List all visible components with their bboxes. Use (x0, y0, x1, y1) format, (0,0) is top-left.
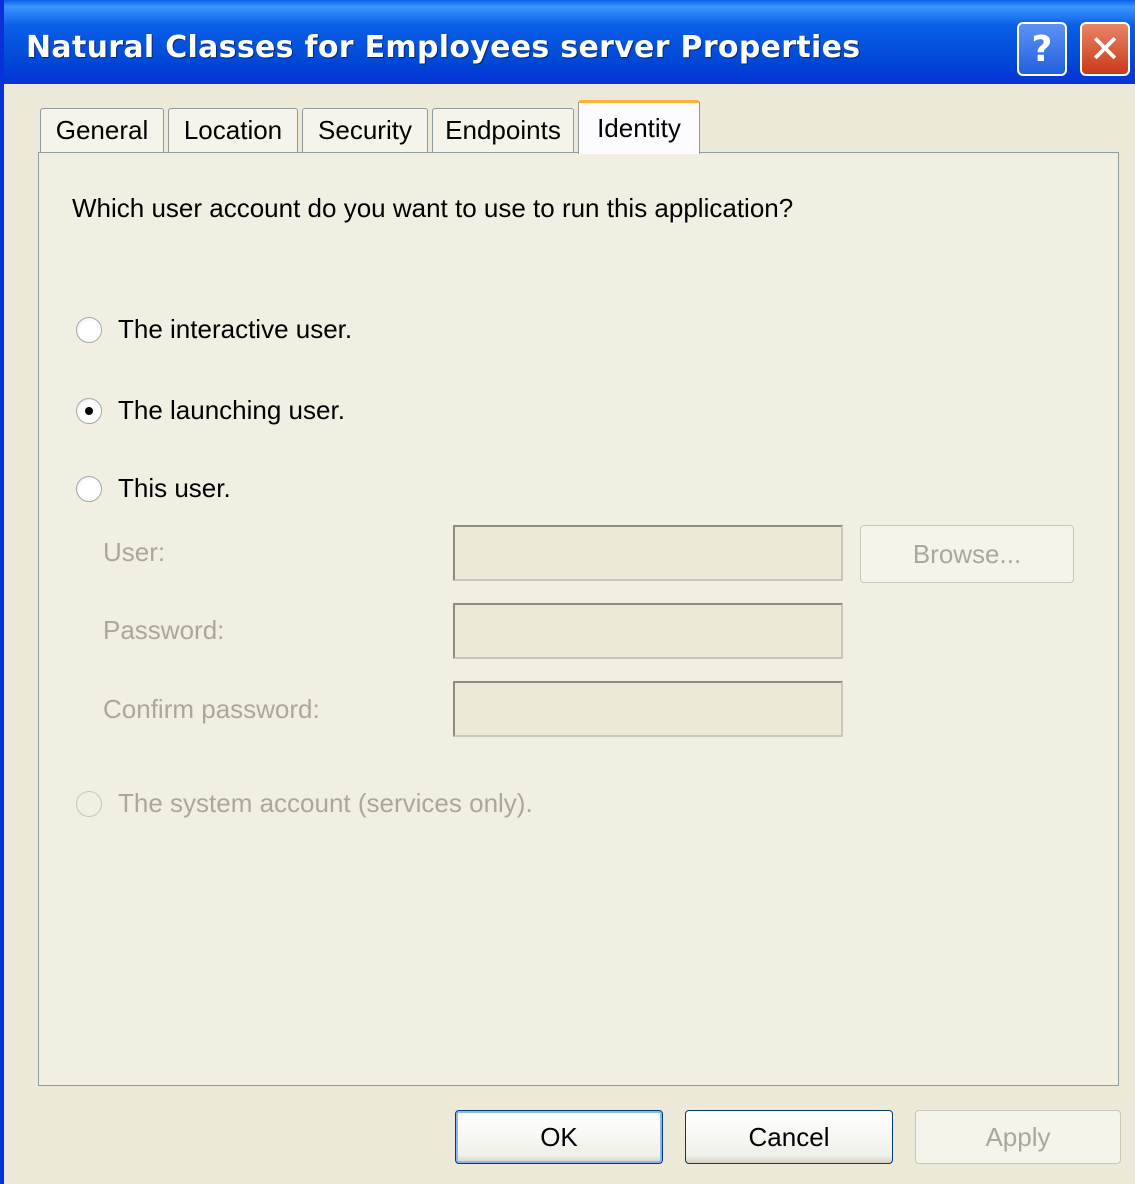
apply-button[interactable]: Apply (915, 1110, 1121, 1164)
identity-question: Which user account do you want to use to… (72, 193, 794, 223)
option-label: This user. (118, 473, 231, 503)
option-label: The system account (services only). (118, 788, 533, 818)
cancel-button[interactable]: Cancel (685, 1110, 893, 1164)
tab-general[interactable]: General (40, 108, 164, 152)
ok-button[interactable]: OK (455, 1110, 663, 1164)
option-system-account[interactable]: The system account (services only). (76, 788, 533, 819)
user-field[interactable] (453, 525, 843, 581)
radio-interactive-user[interactable] (76, 316, 102, 343)
title-bar[interactable]: Natural Classes for Employees server Pro… (4, 0, 1135, 84)
user-label: User: (103, 537, 166, 567)
properties-dialog: Natural Classes for Employees server Pro… (0, 0, 1135, 1184)
password-field[interactable] (453, 603, 843, 659)
tab-security[interactable]: Security (302, 108, 428, 152)
radio-this-user[interactable] (76, 475, 102, 502)
radio-system-account[interactable] (76, 790, 102, 817)
close-icon[interactable]: ✕ (1080, 22, 1130, 76)
tab-identity[interactable]: Identity (578, 100, 700, 154)
option-interactive-user[interactable]: The interactive user. (76, 314, 352, 345)
tab-endpoints[interactable]: Endpoints (432, 108, 574, 152)
browse-button[interactable]: Browse... (860, 525, 1074, 583)
window-title: Natural Classes for Employees server Pro… (26, 30, 861, 65)
radio-launching-user[interactable] (76, 397, 102, 424)
confirm-password-label: Confirm password: (103, 694, 320, 724)
tab-location[interactable]: Location (168, 108, 298, 152)
password-label: Password: (103, 615, 225, 645)
confirm-password-field[interactable] (453, 681, 843, 737)
option-label: The interactive user. (118, 314, 353, 344)
option-this-user[interactable]: This user. (76, 473, 231, 504)
option-launching-user[interactable]: The launching user. (76, 395, 345, 426)
option-label: The launching user. (118, 395, 345, 425)
help-icon[interactable]: ? (1017, 22, 1067, 76)
